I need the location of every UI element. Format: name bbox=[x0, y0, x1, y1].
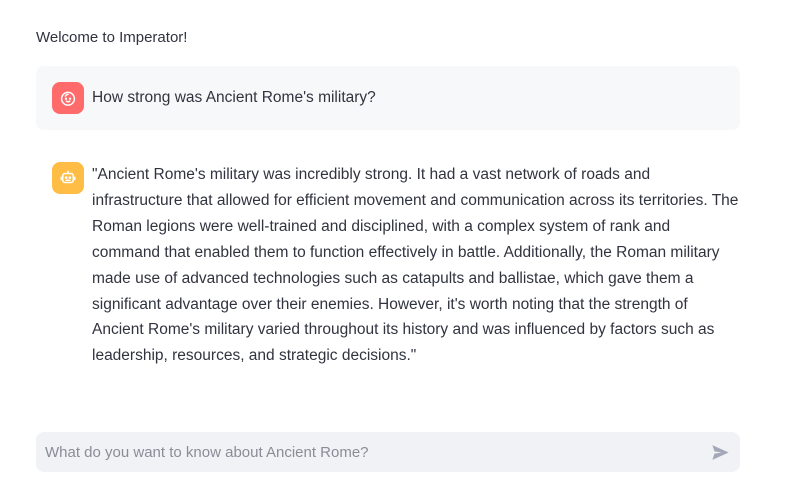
face-icon bbox=[60, 91, 76, 106]
assistant-message: "Ancient Rome's military was incredibly … bbox=[36, 146, 740, 376]
welcome-text: Welcome to Imperator! bbox=[36, 29, 188, 46]
robot-icon bbox=[60, 170, 76, 184]
user-avatar bbox=[52, 82, 84, 114]
send-button[interactable] bbox=[710, 442, 730, 462]
user-message: How strong was Ancient Rome's military? bbox=[36, 66, 740, 130]
chat-input-container bbox=[36, 432, 740, 472]
assistant-message-text: "Ancient Rome's military was incredibly … bbox=[92, 166, 739, 365]
send-icon bbox=[711, 444, 729, 460]
assistant-avatar bbox=[52, 162, 84, 194]
user-message-text: How strong was Ancient Rome's military? bbox=[92, 89, 376, 106]
chat-input[interactable] bbox=[36, 432, 696, 472]
